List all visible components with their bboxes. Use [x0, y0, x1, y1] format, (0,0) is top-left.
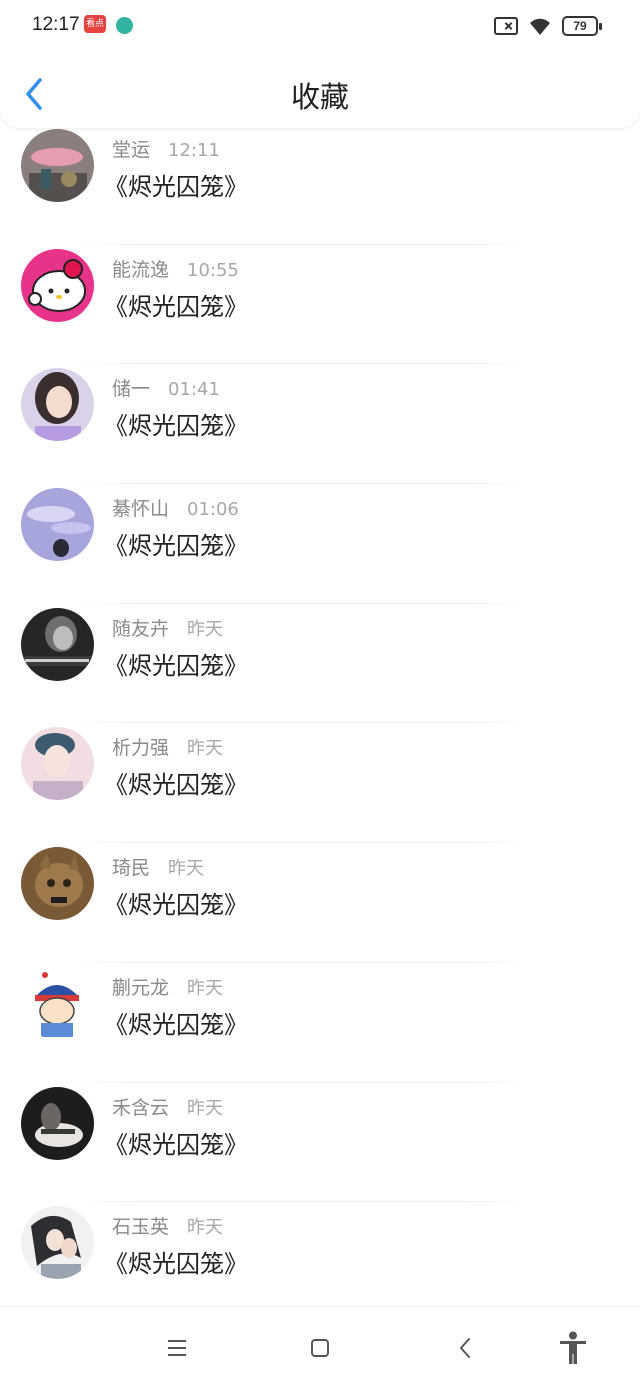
sender-name: 析力强	[112, 737, 170, 760]
list-item[interactable]: 析力强 昨天 《烬光囚笼》	[0, 723, 640, 844]
list-item[interactable]: 琦民 昨天 《烬光囚笼》	[0, 843, 640, 963]
message-text: 《烬光囚笼》	[104, 412, 248, 441]
back-icon[interactable]	[453, 1335, 479, 1361]
message-text: 《烬光囚笼》	[104, 1130, 248, 1159]
sender-name: 储一	[112, 378, 151, 401]
avatar	[21, 847, 94, 921]
message-time: 昨天	[187, 977, 224, 999]
app-notification-icon: 看点	[84, 15, 106, 33]
browser-notification-icon	[116, 17, 133, 34]
sender-line: 堂运 12:11	[112, 135, 220, 162]
no-sim-icon	[494, 17, 518, 35]
list-item[interactable]: 能流逸 10:55 《烬光囚笼》	[0, 245, 640, 365]
sender-line: 随友卉 昨天	[112, 614, 223, 641]
favorites-list: 堂运 12:11 《烬光囚笼》 能流逸 10:55 《烬光囚笼》 储一 01:4…	[0, 128, 640, 1308]
list-item[interactable]: 堂运 12:11 《烬光囚笼》	[0, 128, 640, 245]
home-icon[interactable]	[307, 1335, 333, 1361]
sender-line: 禾含云 昨天	[112, 1093, 223, 1120]
message-time: 昨天	[187, 1217, 224, 1239]
sender-name: 蒯元龙	[112, 976, 170, 999]
sender-name: 堂运	[112, 139, 151, 161]
avatar	[21, 488, 94, 562]
avatar	[21, 248, 94, 322]
list-item[interactable]: 石玉英 昨天 《烬光囚笼》	[0, 1202, 640, 1308]
message-text: 《烬光囚笼》	[104, 891, 248, 920]
list-item[interactable]: 禾含云 昨天 《烬光囚笼》	[0, 1083, 640, 1203]
menu-icon[interactable]	[164, 1335, 190, 1361]
wifi-icon	[530, 18, 550, 35]
accessibility-icon[interactable]	[558, 1331, 588, 1365]
sender-line: 析力强 昨天	[112, 733, 223, 760]
list-item[interactable]: 储一 01:41 《烬光囚笼》	[0, 364, 640, 485]
list-item[interactable]: 随友卉 昨天 《烬光囚笼》	[0, 604, 640, 724]
message-time: 昨天	[187, 1097, 224, 1119]
message-text: 《烬光囚笼》	[104, 1250, 248, 1279]
message-time: 昨天	[187, 738, 224, 760]
sender-line: 蒯元龙 昨天	[112, 973, 223, 1000]
message-time: 12:11	[168, 140, 220, 161]
avatar	[21, 1206, 94, 1280]
message-text: 《烬光囚笼》	[104, 651, 248, 680]
sender-name: 能流逸	[112, 258, 170, 281]
message-time: 昨天	[168, 858, 205, 880]
sender-line: 綦怀山 01:06	[112, 494, 239, 521]
avatar	[21, 727, 94, 801]
status-bar: 12:17 看点 79	[0, 0, 640, 54]
sender-name: 琦民	[112, 857, 151, 880]
list-item[interactable]: 蒯元龙 昨天 《烬光囚笼》	[0, 963, 640, 1083]
message-text: 《烬光囚笼》	[104, 532, 248, 561]
system-nav-bar	[0, 1306, 640, 1387]
sender-line: 石玉英 昨天	[112, 1212, 223, 1239]
sender-line: 储一 01:41	[112, 374, 220, 401]
sender-line: 能流逸 10:55	[112, 255, 239, 282]
app-header: 收藏	[0, 54, 640, 128]
list-item[interactable]: 綦怀山 01:06 《烬光囚笼》	[0, 484, 640, 604]
status-time: 12:17	[32, 14, 80, 35]
avatar	[21, 1086, 94, 1160]
sender-name: 石玉英	[112, 1216, 170, 1239]
message-time: 10:55	[187, 259, 239, 281]
message-time: 01:06	[187, 499, 239, 521]
message-text: 《烬光囚笼》	[104, 771, 248, 800]
message-text: 《烬光囚笼》	[104, 173, 248, 201]
sender-name: 綦怀山	[112, 498, 170, 521]
message-text: 《烬光囚笼》	[104, 292, 248, 321]
avatar	[21, 607, 94, 681]
message-time: 昨天	[187, 618, 224, 640]
sender-line: 琦民 昨天	[112, 853, 204, 880]
sender-name: 随友卉	[112, 617, 170, 640]
page-title: 收藏	[290, 80, 349, 114]
battery-icon: 79	[562, 16, 602, 36]
avatar	[21, 966, 94, 1040]
sender-name: 禾含云	[112, 1096, 170, 1119]
message-text: 《烬光囚笼》	[104, 1010, 248, 1039]
avatar	[21, 129, 94, 202]
avatar	[21, 368, 94, 442]
message-time: 01:41	[168, 379, 220, 401]
